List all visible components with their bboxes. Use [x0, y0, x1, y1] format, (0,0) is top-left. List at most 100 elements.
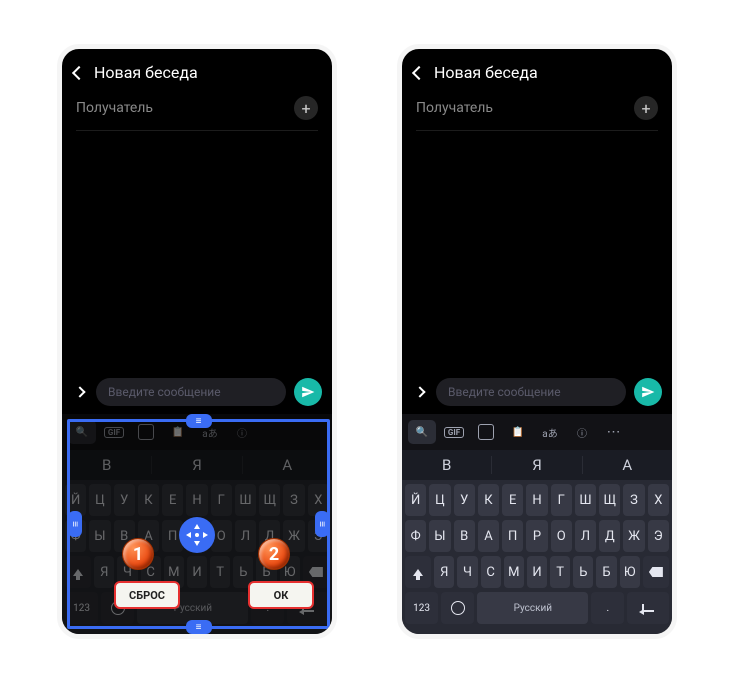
key[interactable]: З — [623, 484, 644, 516]
backspace-key[interactable] — [643, 556, 669, 588]
key[interactable]: Щ — [259, 484, 280, 516]
sticker-icon[interactable] — [472, 420, 500, 444]
key[interactable]: Ю — [620, 556, 640, 588]
clipboard-icon[interactable]: 📋 — [164, 420, 192, 444]
key[interactable]: И — [527, 556, 547, 588]
annotation-badge-2: 2 — [258, 538, 290, 570]
key[interactable]: Ь — [573, 556, 593, 588]
shift-key[interactable] — [405, 556, 431, 588]
key[interactable]: Ф — [405, 520, 426, 552]
back-icon[interactable] — [72, 65, 86, 79]
expand-icon[interactable] — [74, 386, 85, 397]
numeric-key[interactable]: 123 — [65, 592, 98, 624]
key[interactable]: Х — [648, 484, 669, 516]
app-header: Новая беседа — [62, 49, 332, 90]
suggestion[interactable]: Я — [492, 456, 582, 474]
scroll-indicator — [333, 259, 336, 305]
key[interactable]: А — [478, 520, 499, 552]
ok-button[interactable]: ОК — [248, 581, 314, 609]
reset-button[interactable]: СБРОС — [114, 581, 180, 609]
spacebar[interactable]: Русский — [477, 592, 588, 624]
key[interactable]: К — [478, 484, 499, 516]
sticker-icon[interactable] — [132, 420, 160, 444]
annotation-badge-1: 1 — [122, 538, 154, 570]
suggestion[interactable]: А — [583, 456, 672, 474]
key[interactable]: Е — [502, 484, 523, 516]
key[interactable]: У — [114, 484, 135, 516]
key[interactable]: Р — [526, 520, 547, 552]
key[interactable]: Г — [551, 484, 572, 516]
phone-screenshot-left: Новая беседа Получатель + Введите сообще… — [57, 44, 337, 639]
key[interactable]: О — [551, 520, 572, 552]
key[interactable]: И — [187, 556, 207, 588]
key[interactable]: Ы — [429, 520, 450, 552]
key[interactable]: Н — [526, 484, 547, 516]
key[interactable]: Я — [94, 556, 114, 588]
key[interactable]: Х — [308, 484, 329, 516]
search-icon[interactable]: 🔍 — [408, 420, 436, 444]
keyboard: ЙЦУКЕНГШЩЗХ ФЫВАПРОЛДЖЭ ЯЧСМИТЬБЮ 123 Ру… — [402, 480, 672, 634]
send-button[interactable] — [634, 378, 662, 406]
key[interactable]: Э — [648, 520, 669, 552]
page-title: Новая беседа — [434, 63, 538, 82]
keyboard-row: ЙЦУКЕНГШЩЗХ — [65, 484, 329, 516]
suggestion[interactable]: Я — [152, 456, 242, 474]
message-input[interactable]: Введите сообщение — [96, 378, 286, 406]
translate-icon[interactable]: aあ — [196, 420, 224, 444]
gif-icon[interactable]: GIF — [440, 420, 468, 444]
key[interactable]: У — [454, 484, 475, 516]
key[interactable]: К — [138, 484, 159, 516]
key[interactable]: Г — [211, 484, 232, 516]
shift-key[interactable] — [65, 556, 91, 588]
key[interactable]: М — [504, 556, 524, 588]
key[interactable]: Ч — [457, 556, 477, 588]
numeric-key[interactable]: 123 — [405, 592, 438, 624]
expand-icon[interactable] — [414, 386, 425, 397]
key[interactable]: Ш — [575, 484, 596, 516]
keyboard-move-button[interactable] — [179, 517, 215, 553]
key[interactable]: П — [502, 520, 523, 552]
key[interactable]: Л — [575, 520, 596, 552]
key[interactable]: Й — [65, 484, 86, 516]
recipient-label: Получатель — [416, 100, 493, 116]
key[interactable]: Ц — [89, 484, 110, 516]
key[interactable]: Ы — [89, 520, 110, 552]
suggestion[interactable]: В — [402, 456, 492, 474]
key[interactable]: Д — [599, 520, 620, 552]
back-icon[interactable] — [412, 65, 426, 79]
key[interactable]: Л — [235, 520, 256, 552]
key[interactable]: Щ — [599, 484, 620, 516]
key[interactable]: Я — [434, 556, 454, 588]
key[interactable]: Э — [308, 520, 329, 552]
clipboard-icon[interactable]: 📋 — [504, 420, 532, 444]
key[interactable]: Й — [405, 484, 426, 516]
key[interactable]: Б — [596, 556, 616, 588]
search-icon[interactable]: 🔍 — [68, 420, 96, 444]
enter-key[interactable] — [627, 592, 669, 624]
key[interactable]: Ц — [429, 484, 450, 516]
key[interactable]: С — [481, 556, 501, 588]
key[interactable]: Ж — [623, 520, 644, 552]
send-button[interactable] — [294, 378, 322, 406]
suggestion[interactable]: А — [243, 456, 332, 474]
more-icon[interactable]: ⋯ — [600, 420, 628, 444]
translate-icon[interactable]: aあ — [536, 420, 564, 444]
key[interactable]: Т — [550, 556, 570, 588]
info-icon[interactable]: ⓘ — [228, 420, 256, 444]
info-icon[interactable]: ⓘ — [568, 420, 596, 444]
keyboard-row: 123 Русский . — [405, 592, 669, 624]
period-key[interactable]: . — [591, 592, 624, 624]
key[interactable]: Т — [210, 556, 230, 588]
message-input[interactable]: Введите сообщение — [436, 378, 626, 406]
suggestion[interactable]: В — [62, 456, 152, 474]
key[interactable]: В — [454, 520, 475, 552]
key[interactable]: Ш — [235, 484, 256, 516]
key[interactable]: Ф — [65, 520, 86, 552]
key[interactable]: З — [283, 484, 304, 516]
gif-icon[interactable]: GIF — [100, 420, 128, 444]
key[interactable]: Е — [162, 484, 183, 516]
key[interactable]: Н — [186, 484, 207, 516]
emoji-key[interactable] — [441, 592, 474, 624]
add-recipient-button[interactable]: + — [634, 96, 658, 120]
add-recipient-button[interactable]: + — [294, 96, 318, 120]
